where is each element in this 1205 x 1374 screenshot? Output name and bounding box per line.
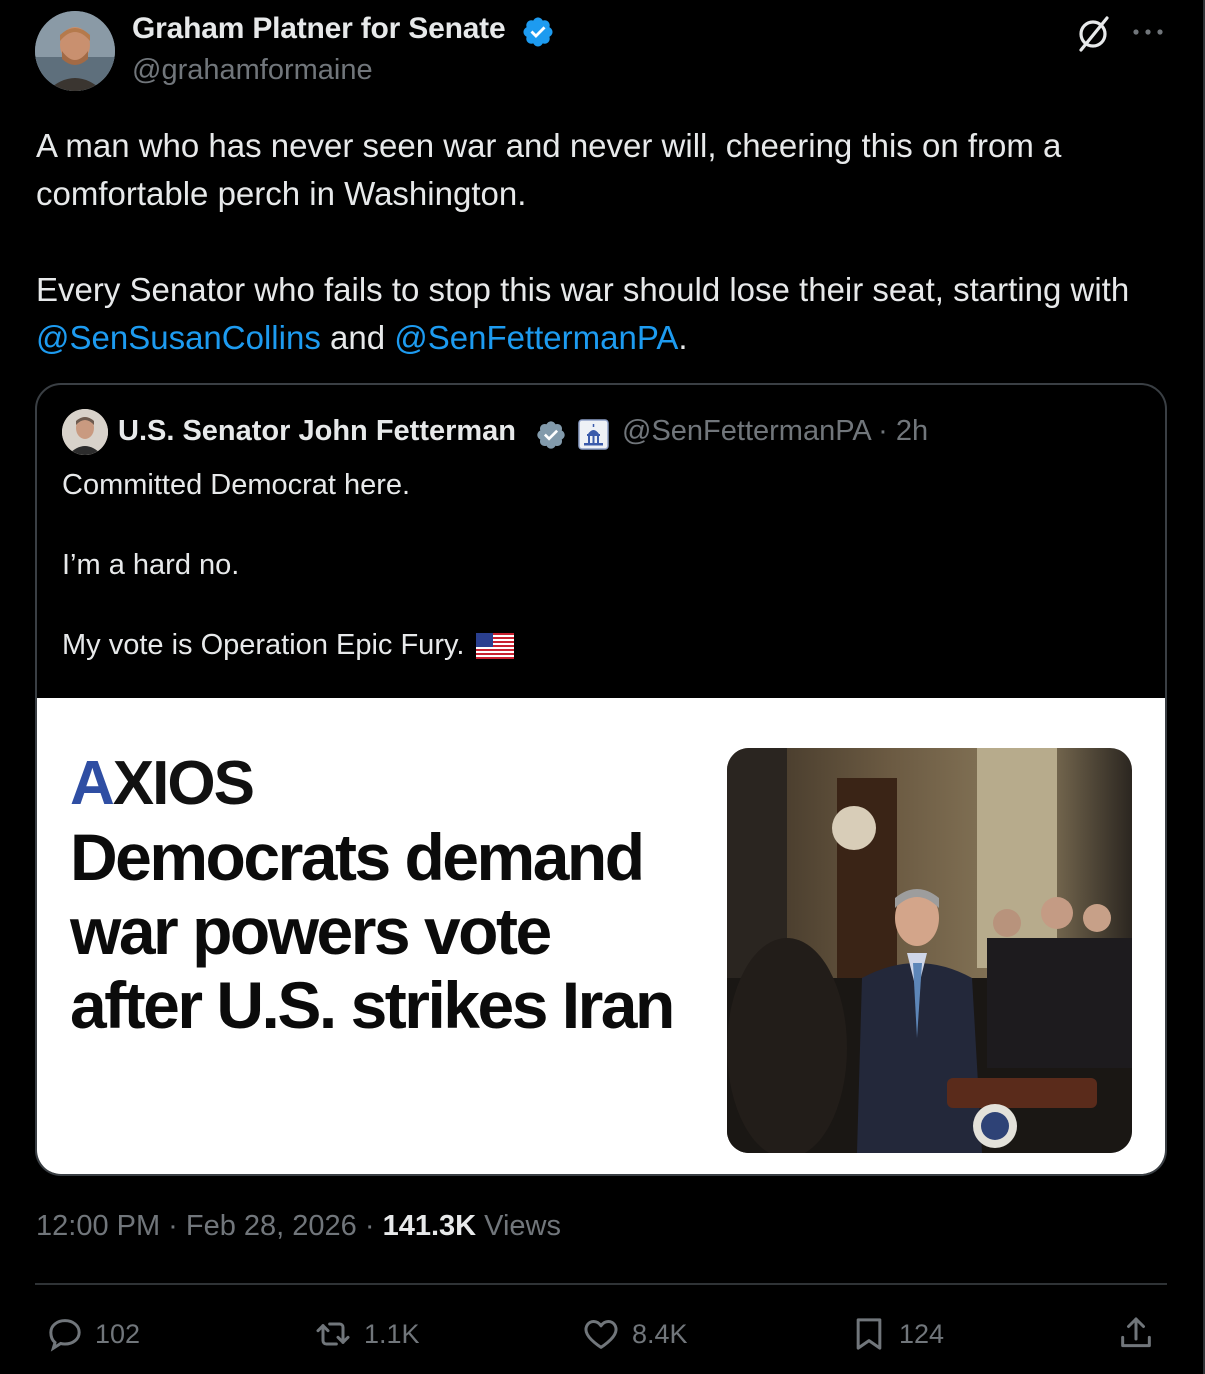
more-icon[interactable] (1131, 20, 1165, 44)
repost-count: 1.1K (364, 1318, 420, 1349)
tweet-line-1: A man who has never seen war and never w… (36, 127, 1062, 212)
tweet-joiner: and (320, 319, 395, 356)
share-icon (1121, 1317, 1151, 1348)
quoted-verified-badge-icon (537, 421, 565, 449)
like-icon (584, 1320, 618, 1349)
tweet-line-2: Every Senator who fails to stop this war… (36, 266, 1176, 362)
share-button[interactable] (1116, 1312, 1166, 1356)
quoted-line-3: My vote is Operation Epic Fury. (62, 629, 465, 661)
card-headline: Democrats demand war powers vote after U… (70, 820, 675, 1042)
card-photo (727, 748, 1132, 1153)
divider (35, 1283, 1167, 1285)
quoted-line-1: Committed Democrat here. (62, 469, 411, 501)
axios-logo: AXIOS (70, 748, 255, 819)
quoted-line-3-wrap: My vote is Operation Epic Fury. (62, 625, 515, 665)
tweet-text: A man who has never seen war and never w… (36, 122, 1176, 362)
quoted-line-2: I’m a hard no. (62, 549, 240, 581)
tweet-line-2-prefix: Every Senator who fails to stop this war… (36, 271, 1130, 308)
repost-button[interactable]: 1.1K (312, 1312, 420, 1356)
like-button[interactable]: 8.4K (580, 1312, 688, 1356)
author-avatar[interactable] (35, 11, 115, 91)
bookmark-button[interactable]: 124 (849, 1312, 944, 1356)
quoted-tweet[interactable]: U.S. Senator John Fetterman @SenFetterma… (35, 383, 1167, 1176)
tweet-frame: Graham Platner for Senate @grahamformain… (0, 0, 1205, 1374)
axios-logo-a: A (70, 749, 115, 818)
bookmark-count: 124 (899, 1318, 945, 1349)
grok-icon[interactable] (1073, 14, 1113, 54)
reply-count: 102 (95, 1318, 141, 1349)
tweet-timestamp[interactable]: 12:00 PM · Feb 28, 2026 · (36, 1210, 383, 1242)
quoted-author-avatar[interactable] (62, 409, 108, 455)
quoted-text: Committed Democrat here. I’m a hard no. … (62, 465, 515, 665)
tweet-meta: 12:00 PM · Feb 28, 2026 · 141.3K Views (36, 1210, 561, 1243)
repost-icon (316, 1322, 350, 1346)
us-flag-icon (476, 633, 515, 660)
views-label: Views (476, 1210, 561, 1242)
quoted-author-name[interactable]: U.S. Senator John Fetterman (118, 415, 516, 448)
capitol-icon (578, 419, 609, 450)
mention-link-fetterman[interactable]: @SenFettermanPA (394, 319, 678, 356)
reply-button[interactable]: 102 (45, 1312, 140, 1356)
like-count: 8.4K (632, 1318, 688, 1349)
views-count: 141.3K (382, 1210, 477, 1242)
reply-icon (49, 1319, 81, 1352)
axios-logo-rest: XIOS (112, 749, 255, 818)
verified-badge-icon (523, 17, 553, 47)
mention-link-collins[interactable]: @SenSusanCollins (36, 319, 321, 356)
quoted-handle-time[interactable]: @SenFettermanPA · 2h (622, 415, 928, 448)
link-card[interactable]: AXIOS Democrats demand war powers vote a… (37, 698, 1165, 1174)
tweet-line-2-suffix: . (678, 319, 688, 356)
bookmark-icon (856, 1318, 882, 1350)
author-display-name[interactable]: Graham Platner for Senate (132, 12, 506, 46)
author-handle[interactable]: @grahamformaine (132, 54, 373, 87)
